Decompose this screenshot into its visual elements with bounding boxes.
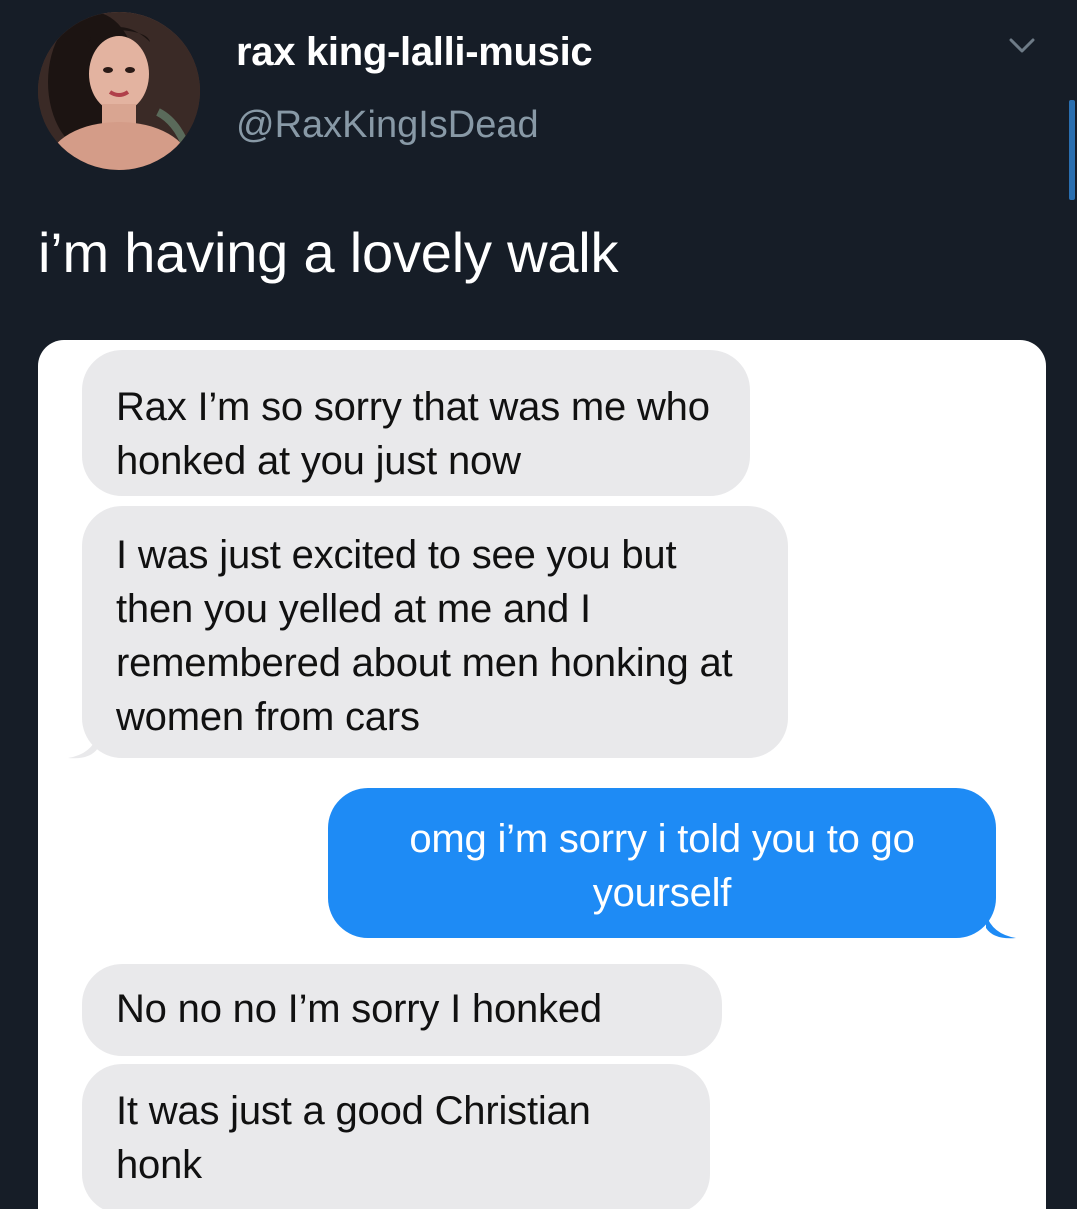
message-text: I was just excited to see you but then y… [116, 533, 733, 739]
outgoing-message: omg i’m sorry i told you to go yourself [328, 788, 996, 938]
avatar-image [38, 12, 200, 170]
message-text: No no no I’m sorry I honked [116, 987, 602, 1031]
incoming-message: No no no I’m sorry I honked [82, 964, 722, 1056]
tweet-card: rax king-lalli-music @RaxKingIsDead i’m … [0, 0, 1077, 1209]
tweet-media-screenshot[interactable]: Rax I’m so sorry that was me who honked … [38, 340, 1046, 1209]
incoming-message: Rax I’m so sorry that was me who honked … [82, 350, 750, 496]
message-text: It was just a good Christian honk [116, 1089, 591, 1187]
tweet-text: i’m having a lovely walk [38, 221, 619, 284]
user-handle[interactable]: @RaxKingIsDead [236, 104, 539, 147]
scrollbar[interactable] [1069, 100, 1075, 200]
incoming-message: It was just a good Christian honk [82, 1064, 710, 1209]
incoming-message: I was just excited to see you but then y… [82, 506, 788, 758]
message-text: Rax I’m so sorry that was me who honked … [116, 385, 710, 483]
bubble-tail [68, 734, 98, 759]
message-text: omg i’m sorry i told you to go yourself [409, 817, 915, 915]
display-name[interactable]: rax king-lalli-music [236, 30, 593, 75]
avatar[interactable] [38, 12, 200, 170]
chevron-down-icon[interactable] [1007, 34, 1037, 58]
bubble-tail [986, 914, 1016, 939]
